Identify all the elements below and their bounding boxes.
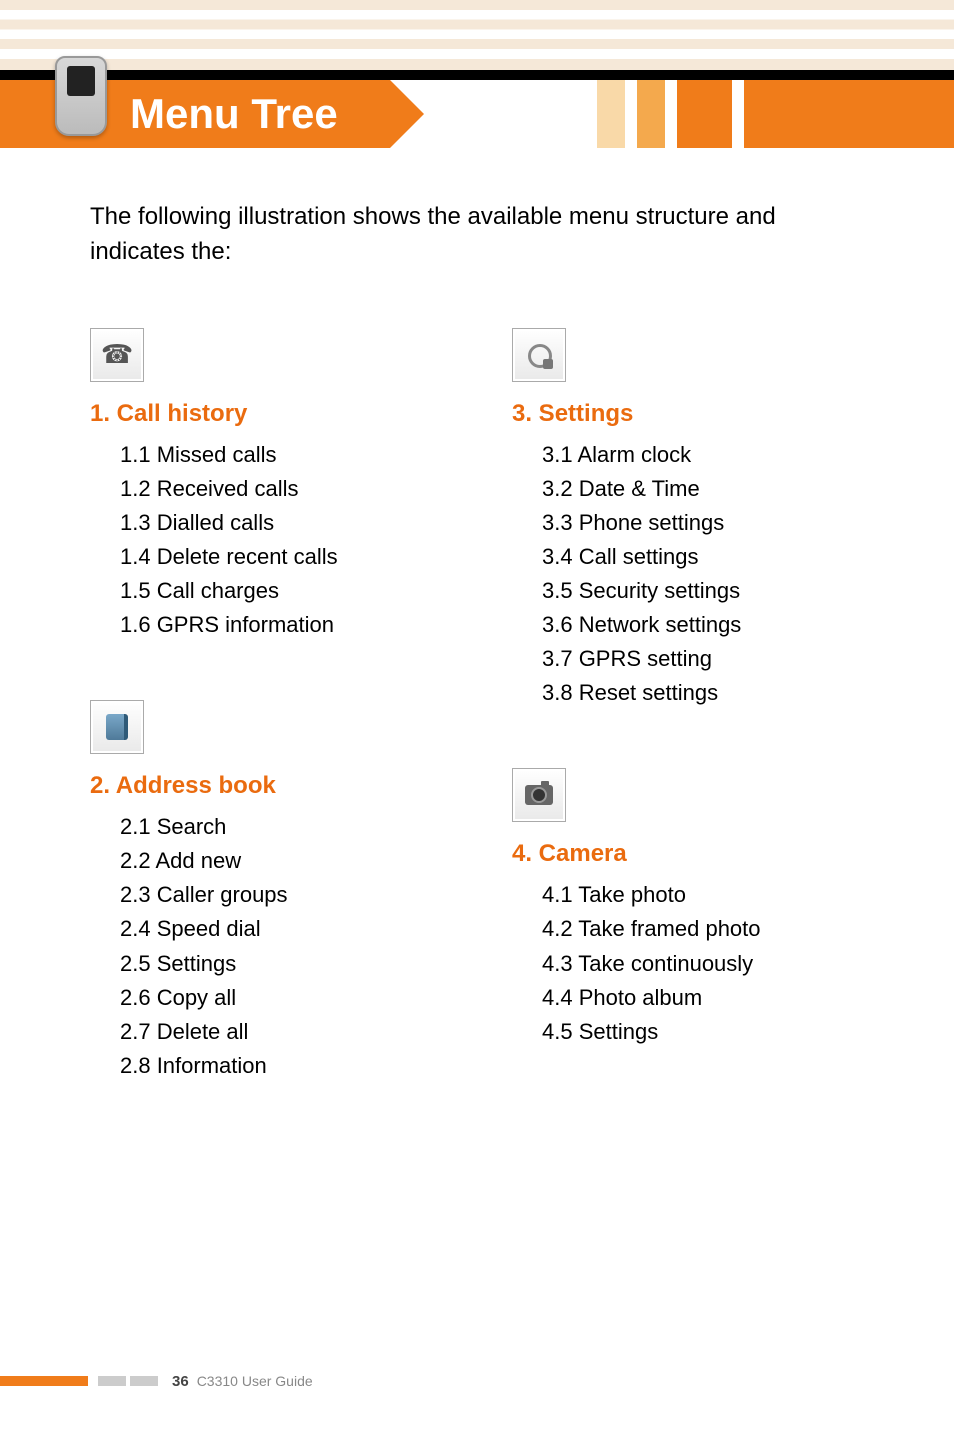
list-item: 3.2 Date & Time [542,472,894,506]
list-item: 4.4 Photo album [542,981,894,1015]
page-title: Menu Tree [130,90,338,138]
page-footer: 36 C3310 User Guide [0,1369,954,1393]
list-item: 3.6 Network settings [542,608,894,642]
list-item: 3.4 Call settings [542,540,894,574]
list-item: 3.7 GPRS setting [542,642,894,676]
list-item: 2.1 Search [120,810,472,844]
list-item: 3.8 Reset settings [542,676,894,710]
list-item: 2.4 Speed dial [120,912,472,946]
list-item: 2.2 Add new [120,844,472,878]
list-item: 4.5 Settings [542,1015,894,1049]
header-decor-boxes [597,80,954,148]
list-item: 2.3 Caller groups [120,878,472,912]
settings-icon [512,328,566,382]
left-column: ☎ 1. Call history 1.1 Missed calls 1.2 R… [90,328,472,1141]
footer-decor-orange [0,1376,88,1386]
section-camera: 4. Camera 4.1 Take photo 4.2 Take framed… [512,768,894,1048]
call-history-icon: ☎ [90,328,144,382]
list-item: 3.3 Phone settings [542,506,894,540]
section-title: 1. Call history [90,400,472,428]
address-book-icon [90,700,144,754]
list-item: 2.8 Information [120,1049,472,1083]
list-item: 4.3 Take continuously [542,947,894,981]
section-settings: 3. Settings 3.1 Alarm clock 3.2 Date & T… [512,328,894,711]
list-item: 3.1 Alarm clock [542,438,894,472]
header-black-strip [0,70,954,80]
section-call-history: ☎ 1. Call history 1.1 Missed calls 1.2 R… [90,328,472,643]
list-item: 4.1 Take photo [542,878,894,912]
page-number: 36 [172,1373,189,1390]
menu-columns: ☎ 1. Call history 1.1 Missed calls 1.2 R… [0,270,954,1141]
list-item: 1.2 Received calls [120,472,472,506]
footer-decor-grey [130,1376,158,1386]
list-item: 1.5 Call charges [120,574,472,608]
list-item: 1.6 GPRS information [120,608,472,642]
phone-device-icon [55,56,120,146]
list-item: 1.3 Dialled calls [120,506,472,540]
list-item: 1.4 Delete recent calls [120,540,472,574]
document-title: C3310 User Guide [197,1373,313,1389]
right-column: 3. Settings 3.1 Alarm clock 3.2 Date & T… [512,328,894,1141]
section-title: 3. Settings [512,400,894,428]
list-item: 3.5 Security settings [542,574,894,608]
camera-icon [512,768,566,822]
page-header: Menu Tree [0,70,954,148]
section-title: 4. Camera [512,840,894,868]
section-address-book: 2. Address book 2.1 Search 2.2 Add new 2… [90,700,472,1083]
list-item: 2.6 Copy all [120,981,472,1015]
list-item: 1.1 Missed calls [120,438,472,472]
list-item: 2.7 Delete all [120,1015,472,1049]
list-item: 4.2 Take framed photo [542,912,894,946]
footer-decor-grey [98,1376,126,1386]
section-title: 2. Address book [90,772,472,800]
list-item: 2.5 Settings [120,947,472,981]
intro-text: The following illustration shows the ava… [0,148,954,270]
decorative-top-stripes [0,0,954,70]
